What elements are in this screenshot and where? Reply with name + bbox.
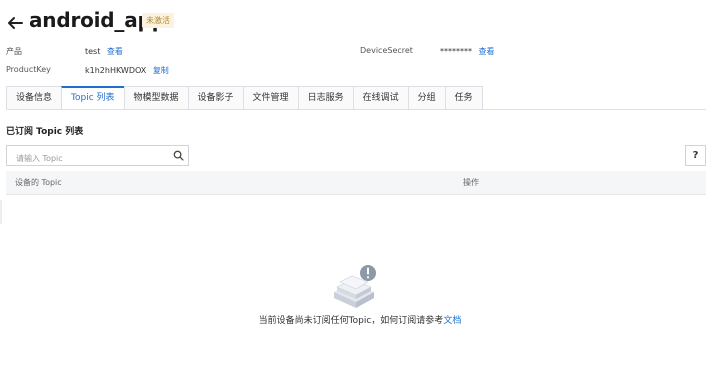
productkey-label: ProductKey — [6, 65, 51, 74]
product-value-group: test 查看 — [85, 46, 123, 57]
tab-topic-list[interactable]: Topic 列表 — [61, 86, 125, 110]
product-label: 产品 — [6, 47, 22, 56]
column-device-topic: 设备的 Topic — [15, 178, 62, 187]
devicesecret-value: ******** — [440, 47, 472, 56]
productkey-value: k1h2hHKWDOX — [85, 66, 147, 75]
section-title: 已订阅 Topic 列表 — [6, 127, 84, 137]
table-header: 设备的 Topic 操作 — [6, 171, 706, 195]
column-actions: 操作 — [463, 178, 479, 187]
empty-box-icon — [334, 265, 376, 308]
tab-device-shadow[interactable]: 设备影子 — [187, 86, 244, 110]
tabs-divider — [6, 109, 706, 110]
status-badge: 未激活 — [142, 13, 174, 28]
tab-online-debug[interactable]: 在线调试 — [352, 86, 409, 110]
product-value: test — [85, 47, 101, 56]
scroll-indicator — [0, 200, 2, 224]
tab-task[interactable]: 任务 — [444, 86, 483, 110]
product-view-link[interactable]: 查看 — [107, 47, 123, 56]
help-button[interactable]: ? — [685, 145, 706, 166]
tab-group[interactable]: 分组 — [407, 86, 446, 110]
tab-thing-model-data[interactable]: 物模型数据 — [123, 86, 189, 110]
tab-bar: 设备信息 Topic 列表 物模型数据 设备影子 文件管理 日志服务 在线调试 … — [6, 86, 483, 110]
productkey-copy-link[interactable]: 复制 — [153, 66, 169, 75]
search-icon[interactable] — [173, 150, 184, 161]
devicesecret-label: DeviceSecret — [360, 46, 413, 55]
search-input[interactable] — [7, 149, 167, 168]
empty-state-message: 当前设备尚未订阅任何Topic，如何订阅请参考文档 — [0, 313, 720, 326]
devicesecret-value-group: ******** 查看 — [440, 46, 495, 57]
tab-log-service[interactable]: 日志服务 — [297, 86, 354, 110]
tab-file-management[interactable]: 文件管理 — [242, 86, 299, 110]
docs-link[interactable]: 文档 — [443, 316, 461, 326]
productkey-value-group: k1h2hHKWDOX 复制 — [85, 65, 169, 76]
back-arrow-icon[interactable] — [6, 14, 24, 32]
search-box — [6, 145, 189, 168]
empty-state-text: 当前设备尚未订阅任何Topic，如何订阅请参考 — [258, 316, 444, 326]
tab-device-info[interactable]: 设备信息 — [6, 86, 63, 110]
devicesecret-view-link[interactable]: 查看 — [479, 47, 495, 56]
